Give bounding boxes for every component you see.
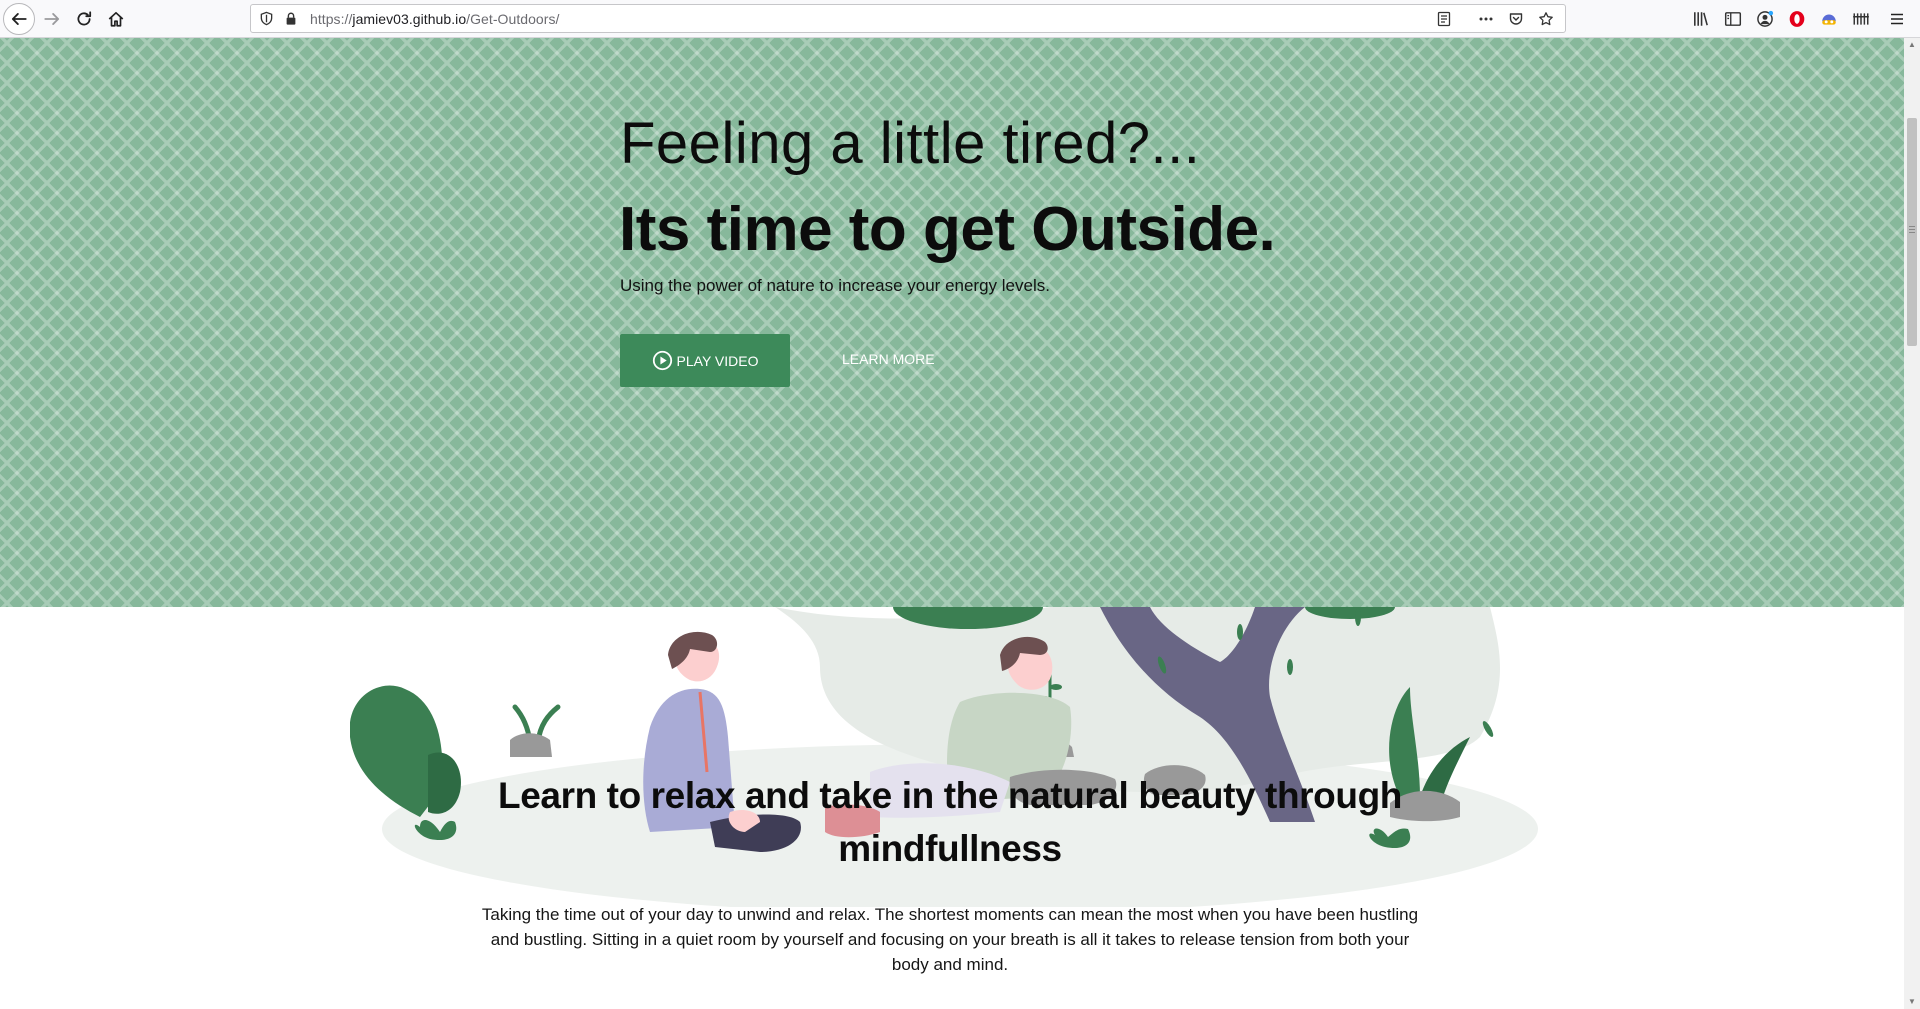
bookmark-star-icon [1539, 12, 1553, 26]
extension-button[interactable] [1813, 6, 1845, 32]
more-actions-icon [1479, 17, 1493, 21]
tracking-protection-shield-icon[interactable] [259, 11, 274, 26]
grid-extension-button[interactable] [1845, 6, 1877, 32]
account-button[interactable] [1749, 6, 1781, 32]
library-button[interactable] [1685, 6, 1717, 32]
address-bar[interactable]: https://jamiev03.github.io/Get-Outdoors/ [250, 4, 1566, 33]
sidebar-button[interactable] [1717, 6, 1749, 32]
browser-toolbar: https://jamiev03.github.io/Get-Outdoors/ [0, 0, 1920, 38]
play-video-label: PLAY VIDEO [676, 352, 759, 369]
url-path: /Get-Outdoors/ [466, 11, 560, 27]
hero-subtitle: Using the power of nature to increase yo… [620, 276, 1050, 295]
grid-extension-icon [1853, 13, 1869, 25]
sidebar-icon [1724, 12, 1742, 26]
url-prefix: https:// [310, 11, 353, 27]
hero-title: Its time to get Outside. [619, 195, 1276, 264]
scroll-up-arrow-icon[interactable]: ▲ [1904, 38, 1920, 52]
opera-extension-icon [1789, 11, 1805, 27]
mindfulness-body: Taking the time out of your day to unwin… [481, 905, 1419, 974]
play-video-button[interactable]: PLAY VIDEO [620, 334, 790, 387]
mindfulness-title: Learn to relax and take in the natural b… [498, 775, 1402, 869]
home-icon [108, 11, 124, 27]
url-divider [1459, 8, 1471, 30]
pocket-button[interactable] [1501, 8, 1531, 30]
scroll-down-arrow-icon[interactable]: ▼ [1904, 995, 1920, 1009]
url-text[interactable]: https://jamiev03.github.io/Get-Outdoors/ [310, 11, 559, 27]
account-icon [1757, 10, 1774, 27]
scrollbar-thumb[interactable] [1907, 118, 1917, 346]
page-scrollbar[interactable]: ▲ ▼ [1904, 38, 1920, 1009]
home-button[interactable] [100, 3, 132, 35]
reload-icon [77, 11, 92, 26]
back-arrow-icon [11, 13, 27, 25]
more-actions-button[interactable] [1471, 8, 1501, 30]
hero-section: Feeling a little tired?... Its time to g… [0, 38, 1904, 607]
forward-button[interactable] [36, 3, 68, 35]
hamburger-menu-icon [1891, 13, 1903, 25]
back-button[interactable] [3, 3, 35, 35]
learn-more-button[interactable]: LEARN MORE [842, 351, 935, 367]
forward-arrow-icon [44, 13, 60, 25]
reader-view-button[interactable] [1429, 8, 1459, 30]
reload-button[interactable] [68, 3, 100, 35]
play-circle-icon [652, 350, 672, 371]
extension-icon [1822, 14, 1836, 25]
reader-view-icon [1437, 11, 1451, 27]
opera-extension-button[interactable] [1781, 6, 1813, 32]
pocket-icon [1509, 13, 1523, 25]
bookmark-button[interactable] [1531, 8, 1561, 30]
lock-icon[interactable] [284, 11, 298, 26]
mindfulness-section: Learn to relax and take in the natural b… [0, 607, 1904, 1009]
url-host: jamiev03.github.io [352, 11, 467, 27]
library-icon [1694, 12, 1708, 26]
hero-pre-title: Feeling a little tired?... [620, 111, 1201, 176]
menu-button[interactable] [1886, 8, 1908, 30]
